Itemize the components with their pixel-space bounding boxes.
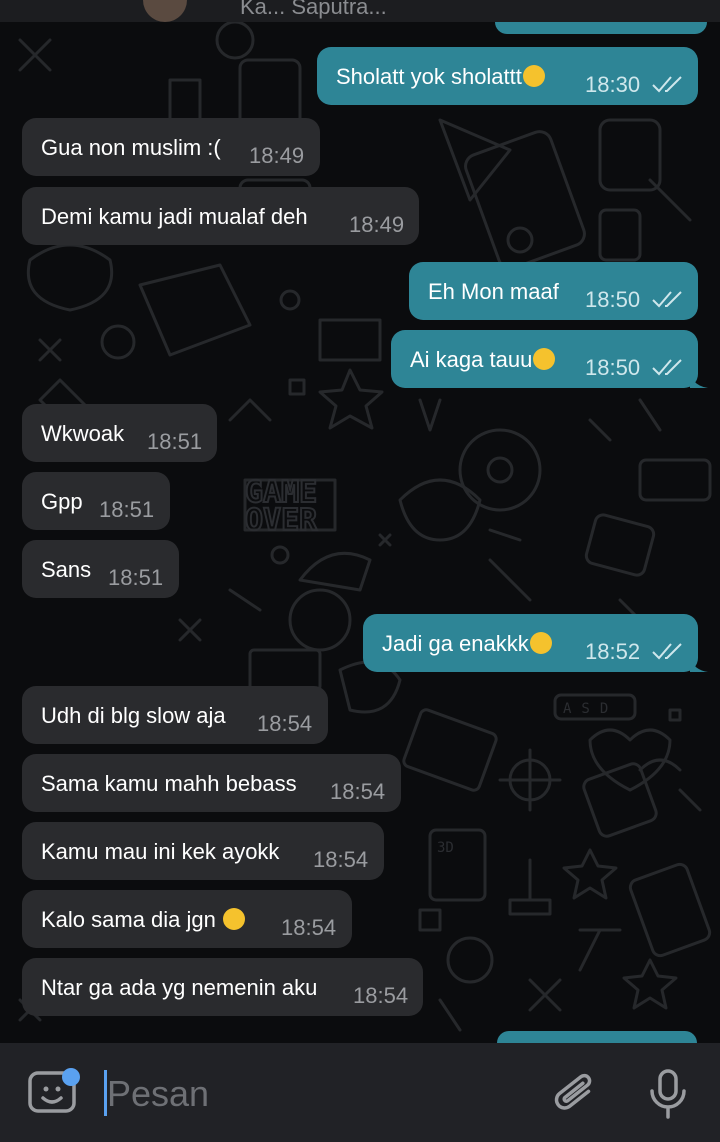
message-text: Sans <box>41 557 92 582</box>
doodle-3d-text: 3D <box>437 840 454 856</box>
pleading-emoji <box>223 908 246 930</box>
microphone-icon[interactable] <box>648 1067 688 1121</box>
message-bubble-incoming[interactable]: Ntar ga ada yg nemenin aku 18:54 <box>22 958 423 1016</box>
message-text: Sholatt yok sholattt <box>336 64 545 90</box>
message-bubble-incoming[interactable]: Demi kamu jadi mualaf deh 18:49 <box>22 187 419 245</box>
message-text: Udh di blg slow aja <box>41 703 226 728</box>
sob-emoji <box>529 632 552 654</box>
double-check-icon <box>652 291 682 308</box>
message-bubble-outgoing[interactable]: Eh Mon maaf 18:50 <box>409 262 698 320</box>
message-bubble-incoming[interactable]: Udh di blg slow aja 18:54 <box>22 686 328 744</box>
message-time: 18:54 <box>353 983 409 1008</box>
message-bubble-outgoing-partial[interactable] <box>495 22 707 34</box>
sob-emoji <box>533 348 556 370</box>
message-text: Gua non muslim :( <box>41 135 221 160</box>
sticker-notification-dot <box>62 1068 80 1086</box>
message-text: Ntar ga ada yg nemenin aku <box>41 975 318 1000</box>
message-bubble-incoming[interactable]: Kalo sama dia jgn 18:54 <box>22 890 352 948</box>
contact-name[interactable]: Ka... Saputra... <box>240 0 387 20</box>
message-text: Kalo sama dia jgn <box>41 907 246 933</box>
bubble-tail <box>690 374 708 388</box>
doodle-keys-text: ASD <box>563 701 618 717</box>
message-time: 18:54 <box>257 711 313 736</box>
message-time: 18:50 <box>585 287 641 312</box>
message-time: 18:50 <box>585 355 641 380</box>
message-text: Ai kaga tauu <box>410 347 556 373</box>
message-time: 18:54 <box>281 915 337 940</box>
message-text: Kamu mau ini kek ayokk <box>41 839 280 864</box>
double-check-icon <box>652 643 682 660</box>
message-bubble-incoming[interactable]: Kamu mau ini kek ayokk 18:54 <box>22 822 384 880</box>
message-time: 18:52 <box>585 639 641 664</box>
message-bubble-outgoing[interactable]: Jadi ga enakkk 18:52 <box>363 614 698 672</box>
double-check-icon <box>652 359 682 376</box>
message-text: Jadi ga enakkk <box>382 631 552 657</box>
contact-avatar[interactable] <box>143 0 187 22</box>
message-bubble-outgoing[interactable]: Sholatt yok sholattt 18:30 <box>317 47 698 105</box>
message-text: Wkwoak <box>41 421 125 446</box>
chat-header[interactable]: Ka... Saputra... <box>0 0 720 22</box>
message-bubble-outgoing[interactable]: Ai kaga tauu 18:50 <box>391 330 698 388</box>
message-time: 18:49 <box>249 143 305 168</box>
message-time: 18:51 <box>99 497 155 522</box>
message-time: 18:54 <box>313 847 369 872</box>
message-bubble-incoming[interactable]: Wkwoak 18:51 <box>22 404 217 462</box>
double-check-icon <box>652 76 682 93</box>
message-time: 18:49 <box>349 212 405 237</box>
message-time: 18:51 <box>108 565 164 590</box>
paperclip-icon[interactable] <box>552 1067 598 1119</box>
message-time: 18:54 <box>330 779 386 804</box>
message-text: Demi kamu jadi mualaf deh <box>41 204 308 229</box>
message-bubble-outgoing-partial[interactable] <box>497 1031 697 1043</box>
message-time: 18:30 <box>585 72 641 97</box>
message-text: Eh Mon maaf <box>428 279 559 304</box>
bubble-tail <box>690 658 708 672</box>
doodle-over-text: OVER <box>245 503 318 538</box>
message-input[interactable]: Pesan <box>107 1074 209 1114</box>
message-bubble-incoming[interactable]: Sama kamu mahh bebass 18:54 <box>22 754 401 812</box>
joy-emoji <box>522 65 545 87</box>
message-text: Gpp <box>41 489 83 514</box>
message-bubble-incoming[interactable]: Sans 18:51 <box>22 540 179 598</box>
message-time: 18:51 <box>147 429 203 454</box>
message-text: Sama kamu mahh bebass <box>41 771 297 796</box>
message-bubble-incoming[interactable]: Gua non muslim :( 18:49 <box>22 118 320 176</box>
message-bubble-incoming[interactable]: Gpp 18:51 <box>22 472 170 530</box>
